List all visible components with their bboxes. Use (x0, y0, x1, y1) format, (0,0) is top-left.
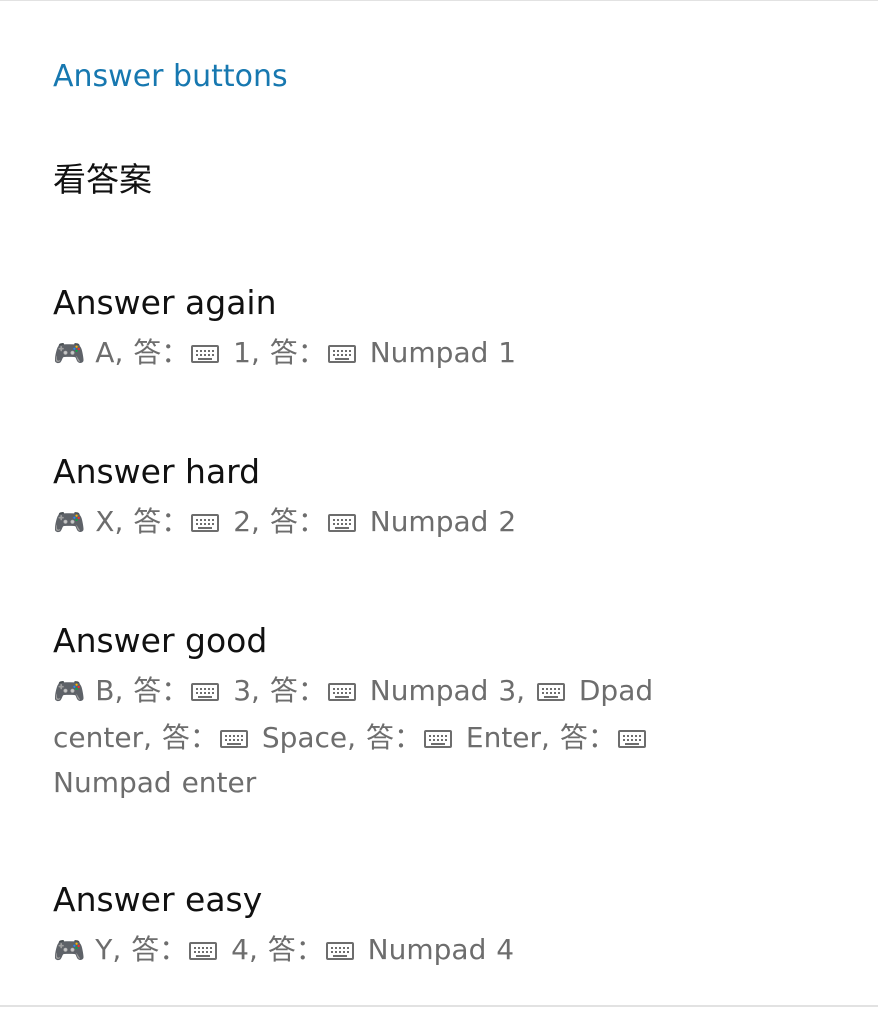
binding-prefix: 答： (133, 505, 190, 538)
binding-prefix: 答： (131, 933, 188, 966)
binding-separator: , (541, 721, 560, 754)
pref-title: Answer easy (53, 880, 263, 919)
binding-prefix: 答： (267, 933, 324, 966)
binding-separator: , (251, 674, 270, 707)
binding-summary: 🎮 Y, 答： 4, 答： Numpad 4 (53, 927, 753, 974)
binding-key: Numpad 4 (357, 933, 515, 966)
binding-prefix: 答： (161, 721, 218, 754)
keyboard-icon (191, 514, 220, 532)
binding-separator: , (112, 933, 132, 966)
keyboard-icon (191, 683, 220, 701)
keyboard-icon (325, 942, 354, 960)
binding-summary: 🎮 X, 答： 2, 答： Numpad 2 (53, 499, 753, 546)
binding-separator: , (516, 674, 535, 707)
section-header: Answer buttons (53, 59, 288, 94)
category-title[interactable]: 看答案 (53, 160, 152, 200)
binding-separator: , (143, 721, 162, 754)
top-divider (0, 0, 878, 1)
pref-item-answer-hard[interactable]: Answer hard 🎮 X, 答： 2, 答： Numpad 2 (53, 452, 753, 546)
gamepad-icon: 🎮 (53, 936, 86, 966)
keyboard-icon (327, 683, 356, 701)
binding-prefix: 答： (269, 674, 326, 707)
keyboard-icon (536, 683, 565, 701)
binding-prefix: 答： (269, 505, 326, 538)
pref-item-answer-good[interactable]: Answer good 🎮 B, 答： 3, 答： Numpad 3, Dpad… (53, 621, 753, 805)
bottom-divider (0, 1005, 878, 1007)
keyboard-icon (219, 730, 248, 748)
binding-separator: , (347, 721, 366, 754)
keyboard-icon (327, 345, 356, 363)
keyboard-icon (617, 730, 646, 748)
pref-item-answer-easy[interactable]: Answer easy 🎮 Y, 答： 4, 答： Numpad 4 (53, 880, 753, 974)
gamepad-icon: 🎮 (53, 339, 86, 369)
keyboard-icon (189, 942, 218, 960)
binding-separator: , (114, 336, 134, 369)
binding-prefix: 答： (365, 721, 422, 754)
keyboard-icon (327, 514, 356, 532)
pref-item-answer-again[interactable]: Answer again 🎮 A, 答： 1, 答： Numpad 1 (53, 283, 753, 377)
keyboard-icon (191, 345, 220, 363)
binding-separator: , (248, 933, 268, 966)
binding-summary: 🎮 B, 答： 3, 答： Numpad 3, Dpad center, 答： … (53, 668, 753, 805)
keyboard-icon (423, 730, 452, 748)
binding-prefix: 答： (133, 674, 190, 707)
binding-summary: 🎮 A, 答： 1, 答： Numpad 1 (53, 330, 753, 377)
binding-key: 2 (223, 505, 252, 538)
binding-key: B (85, 674, 115, 707)
binding-key: A (85, 336, 115, 369)
binding-key: 4 (221, 933, 249, 966)
binding-separator: , (114, 674, 134, 707)
binding-key: Numpad 1 (359, 336, 517, 369)
binding-key: Numpad 3 (359, 674, 517, 707)
binding-key: 3 (223, 674, 252, 707)
pref-title: Answer again (53, 283, 277, 322)
binding-key: X (85, 505, 115, 538)
gamepad-icon: 🎮 (53, 508, 86, 538)
binding-prefix: 答： (133, 336, 190, 369)
binding-key: Y (85, 933, 113, 966)
binding-separator: , (114, 505, 134, 538)
binding-key: Numpad 2 (359, 505, 517, 538)
binding-key: Space (251, 721, 348, 754)
pref-title: Answer good (53, 621, 268, 660)
binding-key: Numpad enter (53, 766, 257, 799)
binding-prefix: 答： (269, 336, 326, 369)
binding-key: 1 (223, 336, 251, 369)
binding-key: Enter (455, 721, 542, 754)
gamepad-icon: 🎮 (53, 677, 86, 707)
binding-separator: , (251, 505, 270, 538)
pref-title: Answer hard (53, 452, 261, 491)
binding-separator: , (250, 336, 270, 369)
binding-prefix: 答： (559, 721, 616, 754)
